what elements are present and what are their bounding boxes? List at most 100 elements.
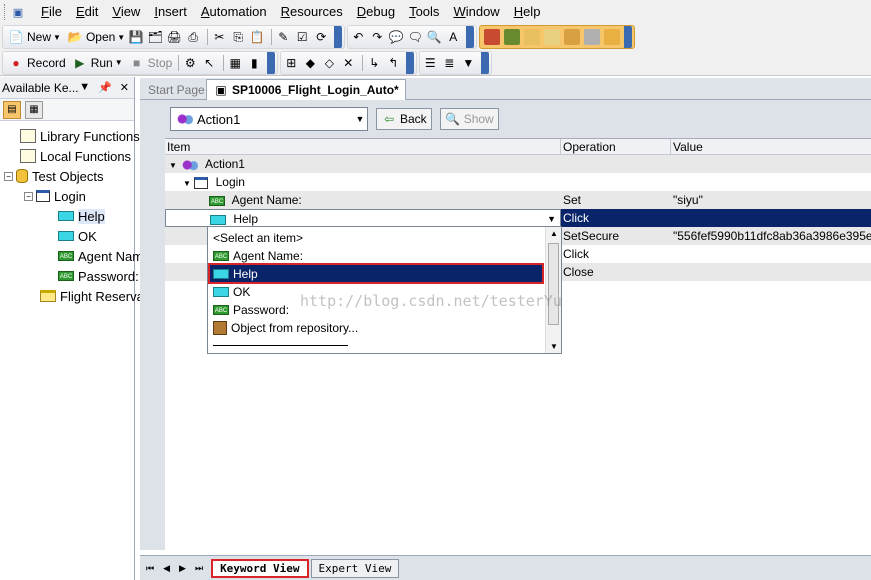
operation-cell[interactable]: SetSecure — [561, 227, 671, 245]
dropdown-option-help[interactable]: Help — [208, 263, 544, 284]
checkpoint-icon[interactable]: ☑ — [294, 29, 310, 45]
tree-node-ok[interactable]: OK — [58, 227, 97, 245]
menu-help[interactable]: Help — [507, 0, 548, 24]
operation-cell[interactable] — [561, 155, 671, 173]
results-icon[interactable]: ▦ — [227, 55, 243, 71]
value-cell[interactable] — [671, 263, 871, 281]
stack-icon[interactable]: ≣ — [441, 55, 457, 71]
copy-icon[interactable]: ⎘ — [230, 29, 246, 45]
table-row[interactable]: ▼ Action1 — [165, 155, 871, 173]
cut-icon[interactable]: ✂ — [211, 29, 227, 45]
tree-node-local-functions[interactable]: Local Functions — [20, 147, 131, 165]
toolbar-overflow[interactable] — [334, 26, 343, 48]
table-row[interactable]: ▼ Login — [165, 173, 871, 191]
column-header-operation[interactable]: Operation — [561, 139, 671, 154]
transaction-icon[interactable]: ✕ — [340, 55, 356, 71]
uncomment-icon[interactable]: 🗨 — [407, 29, 423, 45]
object-spy-icon[interactable] — [504, 29, 521, 45]
toolbar-overflow[interactable] — [466, 26, 475, 48]
operation-cell[interactable]: Click — [561, 209, 671, 227]
scroll-up-icon[interactable]: ▲ — [550, 229, 558, 238]
data-table-icon[interactable] — [524, 29, 541, 45]
bookmark-icon[interactable]: ▼ — [460, 55, 476, 71]
object-repository-icon[interactable] — [484, 29, 501, 45]
toolbar-overflow[interactable] — [406, 51, 415, 74]
prev-tab-icon[interactable]: ◀ — [163, 563, 170, 574]
menu-tools[interactable]: Tools — [402, 0, 446, 24]
close-icon[interactable]: ✕ — [120, 81, 129, 94]
undo-icon[interactable]: ↶ — [350, 29, 366, 45]
tree-node-login[interactable]: − Login — [24, 187, 86, 205]
value-cell[interactable] — [671, 155, 871, 173]
expand-arrow-icon[interactable]: ▼ — [183, 179, 191, 188]
step-generator-icon[interactable] — [604, 29, 621, 45]
step-into-icon[interactable]: ↳ — [366, 55, 382, 71]
view-by-function-icon[interactable]: ▤ — [3, 100, 21, 119]
analog-icon[interactable]: ⚙ — [182, 55, 198, 71]
menu-view[interactable]: View — [105, 0, 147, 24]
tab-expert-view[interactable]: Expert View — [310, 558, 400, 578]
collapse-toggle[interactable]: − — [4, 171, 13, 181]
pane-menu-icon[interactable]: ▼ — [79, 81, 90, 94]
maintenance-icon[interactable]: ▮ — [246, 55, 262, 71]
operation-cell[interactable] — [561, 173, 671, 191]
save-all-icon[interactable]: 🗂 — [147, 29, 163, 45]
dropdown-option-select[interactable]: <Select an item> — [210, 229, 542, 246]
value-cell[interactable] — [671, 245, 871, 263]
menu-edit[interactable]: Edit — [69, 0, 105, 24]
menu-debug[interactable]: Debug — [350, 0, 402, 24]
toolbar-overflow[interactable] — [481, 51, 490, 74]
dropdown-option-agent-name[interactable]: ABC Agent Name: — [210, 247, 542, 264]
value-cell[interactable]: "556fef5990b11dfc8ab36a3986e395e... — [671, 227, 871, 245]
comment-icon[interactable]: 💬 — [388, 29, 404, 45]
scroll-down-icon[interactable]: ▼ — [550, 342, 558, 351]
first-tab-icon[interactable]: ⏮ — [146, 563, 154, 574]
table-row[interactable]: ABC Agent Name: Set "siyu" — [165, 191, 871, 209]
refresh-icon[interactable]: ⟳ — [313, 29, 329, 45]
menu-resources[interactable]: Resources — [274, 0, 350, 24]
value-cell[interactable] — [671, 173, 871, 191]
paste-icon[interactable]: 📋 — [249, 29, 265, 45]
item-cell[interactable]: Help ▼ — [165, 209, 561, 227]
tab-test-document[interactable]: ▣ SP10006_Flight_Login_Auto* — [206, 79, 406, 100]
operation-cell[interactable]: Click — [561, 245, 671, 263]
insert-step-icon[interactable]: ⊞ — [283, 55, 299, 71]
find-icon[interactable]: 🔍 — [426, 29, 442, 45]
next-tab-icon[interactable]: ▶ — [179, 563, 186, 574]
chevron-down-icon[interactable]: ▼ — [547, 210, 556, 226]
spell-check-icon[interactable]: A — [445, 29, 461, 45]
toolbar-overflow[interactable] — [267, 51, 276, 74]
redo-icon[interactable]: ↷ — [369, 29, 385, 45]
toolbar-overflow[interactable] — [624, 26, 633, 48]
tree-node-library-functions[interactable]: Library Functions — [20, 127, 140, 145]
open-button[interactable]: 📂 Open ▼ — [64, 27, 128, 47]
save-icon[interactable]: 💾 — [128, 29, 144, 45]
last-tab-icon[interactable]: ⏭ — [195, 563, 203, 574]
recovery-icon[interactable] — [584, 29, 601, 45]
chevron-down-icon[interactable]: ▼ — [353, 114, 367, 124]
collapse-toggle[interactable]: − — [24, 191, 33, 201]
show-button[interactable]: 🔍 Show — [439, 108, 499, 130]
menu-insert[interactable]: Insert — [147, 0, 194, 24]
checkpoint-insert-icon[interactable]: ◆ — [302, 55, 318, 71]
new-button[interactable]: 📄 New ▼ — [5, 27, 64, 47]
table-row[interactable]: Help ▼ Click — [165, 209, 871, 227]
column-header-item[interactable]: Item — [165, 139, 561, 154]
value-cell[interactable] — [671, 209, 871, 227]
back-button[interactable]: ⇦ Back — [376, 108, 432, 130]
view-by-object-icon[interactable]: ▦ — [25, 100, 43, 119]
column-header-value[interactable]: Value — [671, 139, 871, 154]
menu-window[interactable]: Window — [446, 0, 506, 24]
function-library-icon[interactable] — [564, 29, 581, 45]
scrollbar-thumb[interactable] — [548, 243, 559, 325]
expand-arrow-icon[interactable]: ▼ — [169, 161, 177, 170]
dropdown-option-object-from-repository[interactable]: Object from repository... — [210, 319, 542, 336]
low-level-icon[interactable]: ↖ — [201, 55, 217, 71]
operation-cell[interactable]: Set — [561, 191, 671, 209]
pin-icon[interactable]: 📌 — [98, 81, 112, 94]
grid-icon[interactable] — [544, 29, 561, 45]
tree-node-test-objects[interactable]: − Test Objects — [4, 167, 104, 185]
step-out-icon[interactable]: ↰ — [385, 55, 401, 71]
action-selector[interactable]: Action1 ▼ — [170, 107, 368, 131]
tab-start-page[interactable]: Start Page — [142, 79, 211, 100]
